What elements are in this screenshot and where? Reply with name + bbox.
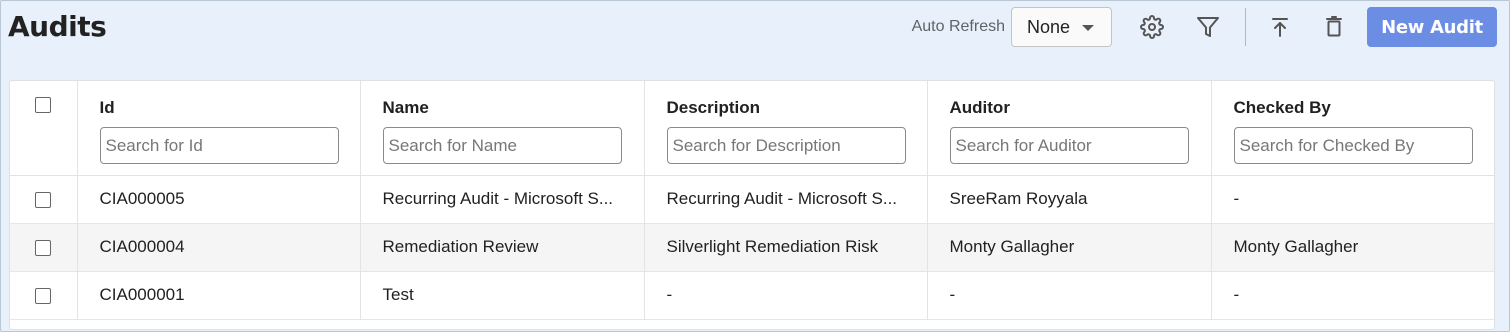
new-audit-button[interactable]: New Audit: [1367, 7, 1497, 47]
cell-id: CIA000005: [77, 175, 361, 223]
column-header-description: Description: [644, 81, 928, 175]
cell-auditor: SreeRam Royyala: [927, 175, 1212, 223]
row-checkbox[interactable]: [35, 239, 52, 256]
column-title[interactable]: Name: [383, 98, 622, 118]
cell-auditor: Monty Gallagher: [927, 223, 1212, 271]
settings-button[interactable]: [1132, 7, 1172, 47]
cell-name: Recurring Audit - Microsoft S...: [360, 175, 645, 223]
column-title[interactable]: Auditor: [950, 98, 1189, 118]
gear-icon: [1140, 15, 1164, 39]
search-id-input[interactable]: [99, 127, 339, 164]
column-header-id: Id: [77, 81, 361, 175]
audits-table: Id Name Description Auditor Checked By: [9, 80, 1495, 330]
search-auditor-input[interactable]: [949, 127, 1189, 164]
table-header-row: Id Name Description Auditor Checked By: [10, 81, 1494, 175]
cell-description: Silverlight Remediation Risk: [644, 223, 928, 271]
column-title[interactable]: Id: [100, 98, 338, 118]
column-header-checked-by: Checked By: [1211, 81, 1494, 175]
delete-button[interactable]: [1314, 7, 1354, 47]
row-select-cell: [10, 223, 78, 271]
search-description-input[interactable]: [666, 127, 906, 164]
select-all-cell: [10, 81, 78, 175]
toolbar: Auto Refresh None New Audit: [912, 7, 1497, 47]
row-select-cell: [10, 271, 78, 319]
export-icon: [1272, 18, 1288, 37]
cell-checked-by: Monty Gallagher: [1233, 237, 1359, 256]
cell-checked-by: -: [1233, 189, 1240, 208]
cell-description: -: [644, 271, 928, 319]
search-name-input[interactable]: [382, 127, 622, 164]
search-checked-by-input[interactable]: [1233, 127, 1473, 164]
cell-auditor: -: [927, 271, 1212, 319]
column-header-name: Name: [360, 81, 645, 175]
chevron-down-icon: [1082, 25, 1094, 31]
auto-refresh-label: Auto Refresh: [911, 18, 1005, 35]
auto-refresh-select[interactable]: None: [1011, 7, 1112, 47]
cell-checked-by: -: [1233, 285, 1240, 304]
trash-icon: [1326, 16, 1342, 37]
column-header-auditor: Auditor: [927, 81, 1212, 175]
cell-id: CIA000004: [77, 223, 361, 271]
row-select-cell: [10, 175, 78, 223]
column-title[interactable]: Description: [667, 98, 905, 118]
row-checkbox[interactable]: [35, 191, 52, 208]
toolbar-divider: [1245, 8, 1246, 46]
cell-id: CIA000001: [77, 271, 361, 319]
filter-button[interactable]: [1188, 7, 1228, 47]
filter-icon: [1197, 17, 1219, 37]
cell-name: Remediation Review: [360, 223, 645, 271]
cell-description: Recurring Audit - Microsoft S...: [644, 175, 928, 223]
select-all-checkbox[interactable]: [35, 97, 52, 113]
table-row[interactable]: CIA000001 Test - - -: [10, 271, 1494, 319]
column-title[interactable]: Checked By: [1234, 98, 1473, 118]
cell-name: Test: [360, 271, 645, 319]
table-row[interactable]: CIA000004 Remediation Review Silverlight…: [10, 223, 1494, 271]
export-button[interactable]: [1260, 7, 1300, 47]
row-checkbox[interactable]: [35, 287, 52, 304]
table-row[interactable]: CIA000005 Recurring Audit - Microsoft S.…: [10, 175, 1494, 223]
auto-refresh-value: None: [1027, 16, 1071, 37]
page-title: Audits: [8, 10, 107, 43]
